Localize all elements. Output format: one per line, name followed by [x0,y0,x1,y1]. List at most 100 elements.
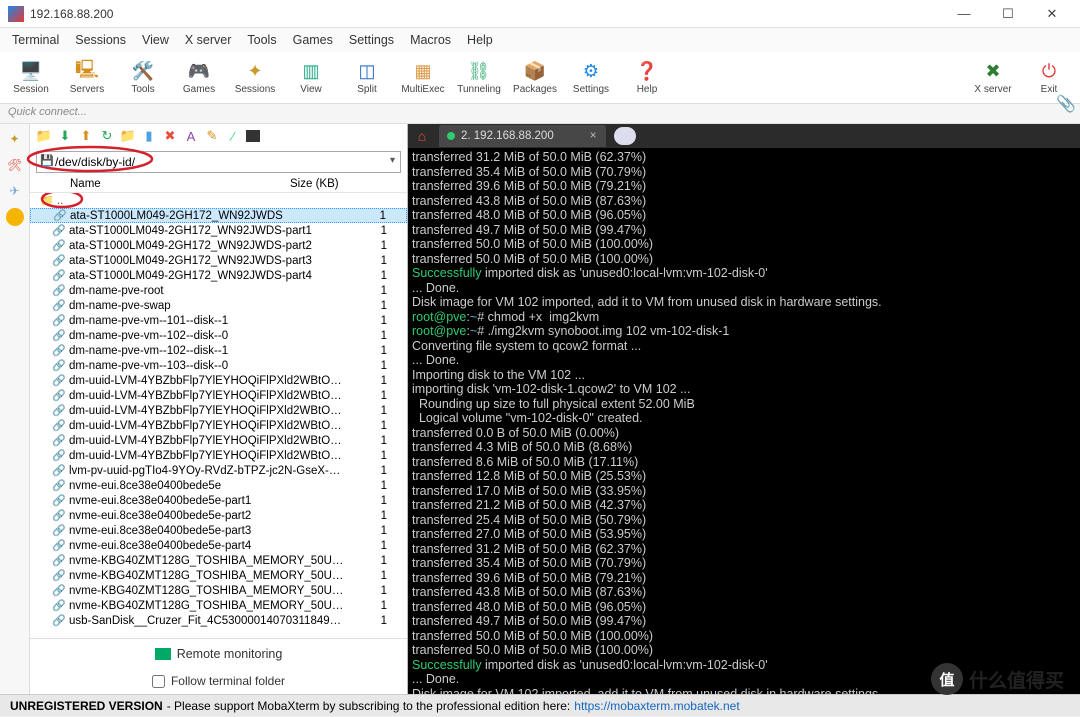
file-row[interactable]: 🔗nvme-KBG40ZMT128G_TOSHIBA_MEMORY_50UPC3… [30,583,407,598]
toolbar-exit[interactable]: ⏻Exit [1026,61,1072,95]
file-row[interactable]: 🔗usb-SanDisk__Cruzer_Fit_4C5300001407031… [30,613,407,628]
tools-icon[interactable]: 🛠 [6,156,24,174]
menu-macros[interactable]: Macros [410,33,451,47]
folder-up-icon[interactable]: 📁 [36,128,52,144]
tab-close-icon[interactable]: × [590,130,597,142]
file-icon: 🔗 [52,284,66,297]
file-list[interactable]: 📁.. 🔗ata-ST1000LM049-2GH172_WN92JWDS1🔗at… [30,193,407,635]
file-row[interactable]: 🔗dm-uuid-LVM-4YBZbbFlp7YlEYHOQiFlPXld2WB… [30,418,407,433]
file-row[interactable]: 🔗nvme-eui.8ce38e0400bede5e-part11 [30,493,407,508]
file-row[interactable]: 🔗nvme-KBG40ZMT128G_TOSHIBA_MEMORY_50UPC3… [30,568,407,583]
maximize-button[interactable]: ☐ [988,2,1028,26]
terminal-icon[interactable]: ▮ [246,130,260,142]
up-dir[interactable]: 📁.. [30,193,407,208]
file-row[interactable]: 🔗dm-uuid-LVM-4YBZbbFlp7YlEYHOQiFlPXld2WB… [30,373,407,388]
new-tab-button[interactable] [614,127,636,145]
toolbar-settings[interactable]: ⚙Settings [568,61,614,95]
toolbar-session[interactable]: 🖥️Session [8,61,54,95]
menu-help[interactable]: Help [467,33,493,47]
upload-icon[interactable]: ⬆ [78,128,94,144]
file-row[interactable]: 🔗ata-ST1000LM049-2GH172_WN92JWDS-part11 [30,223,407,238]
toolbar-x server[interactable]: ✖X server [970,61,1016,95]
paperclip-icon[interactable]: 📎 [1056,94,1076,114]
file-row[interactable]: 🔗dm-name-pve-vm--102--disk--01 [30,328,407,343]
file-row[interactable]: 🔗lvm-pv-uuid-pgTIo4-9YOy-RVdZ-bTPZ-jc2N-… [30,463,407,478]
toolbar-help[interactable]: ❓Help [624,61,670,95]
file-row[interactable]: 🔗dm-name-pve-vm--102--disk--11 [30,343,407,358]
chevron-down-icon[interactable]: ▾ [390,155,395,166]
follow-terminal-checkbox[interactable] [152,675,165,688]
path-input[interactable] [36,151,401,173]
download-icon[interactable]: ⬇ [57,128,73,144]
multiexec-icon: ▦ [412,61,434,83]
menu-sessions[interactable]: Sessions [75,33,126,47]
file-size: 1 [347,435,407,447]
file-list-header[interactable]: Name Size (KB) [30,176,407,193]
file-name: nvme-eui.8ce38e0400bede5e-part2 [69,510,347,522]
wand-icon[interactable]: ⁄ [225,128,241,144]
file-row[interactable]: 🔗ata-ST1000LM049-2GH172_WN92JWDS-part21 [30,238,407,253]
menu-x-server[interactable]: X server [185,33,232,47]
menu-view[interactable]: View [142,33,169,47]
settings-icon: ⚙ [580,61,602,83]
toolbar-sessions[interactable]: ✦Sessions [232,61,278,95]
file-row[interactable]: 🔗nvme-eui.8ce38e0400bede5e-part31 [30,523,407,538]
status-link[interactable]: https://mobaxterm.mobatek.net [574,699,739,713]
toolbar-view[interactable]: ▥View [288,61,334,95]
file-size: 1 [347,285,407,297]
follow-terminal-bar[interactable]: Follow terminal folder [30,668,407,694]
newfolder-icon[interactable]: 📁 [120,128,136,144]
file-row[interactable]: 🔗dm-name-pve-vm--101--disk--11 [30,313,407,328]
terminal-body[interactable]: transferred 31.2 MiB of 50.0 MiB (62.37%… [408,148,1080,694]
file-row[interactable]: 🔗dm-uuid-LVM-4YBZbbFlp7YlEYHOQiFlPXld2WB… [30,403,407,418]
close-button[interactable]: ✕ [1032,2,1072,26]
file-row[interactable]: 🔗dm-name-pve-root1 [30,283,407,298]
col-size[interactable]: Size (KB) [290,178,380,190]
file-row[interactable]: 🔗nvme-eui.8ce38e0400bede5e-part41 [30,538,407,553]
home-tab[interactable]: ⌂ [408,128,436,144]
toolbar-multiexec[interactable]: ▦MultiExec [400,61,446,95]
toolbar-servers[interactable]: 🖳Servers [64,61,110,95]
file-size: 1 [347,615,407,627]
refresh-icon[interactable]: ↻ [99,128,115,144]
toolbar-games[interactable]: 🎮Games [176,61,222,95]
menu-settings[interactable]: Settings [349,33,394,47]
file-row[interactable]: 🔗dm-name-pve-swap1 [30,298,407,313]
file-name: dm-name-pve-vm--102--disk--0 [69,330,347,342]
file-row[interactable]: 🔗ata-ST1000LM049-2GH172_WN92JWDS1 [30,208,407,223]
col-name[interactable]: Name [30,178,290,190]
quick-connect-bar[interactable]: Quick connect... [0,104,1080,124]
file-row[interactable]: 🔗dm-name-pve-vm--103--disk--01 [30,358,407,373]
toolbar-tools[interactable]: 🛠️Tools [120,61,166,95]
bookmark-icon[interactable]: A [183,128,199,144]
terminal-pane[interactable]: ⌂ 2. 192.168.88.200 × transferred 31.2 M… [408,124,1080,694]
file-row[interactable]: 🔗ata-ST1000LM049-2GH172_WN92JWDS-part31 [30,253,407,268]
remote-monitoring-bar[interactable]: Remote monitoring [30,638,407,668]
menu-games[interactable]: Games [293,33,333,47]
file-row[interactable]: 🔗nvme-eui.8ce38e0400bede5e1 [30,478,407,493]
file-row[interactable]: 🔗ata-ST1000LM049-2GH172_WN92JWDS-part41 [30,268,407,283]
file-row[interactable]: 🔗nvme-KBG40ZMT128G_TOSHIBA_MEMORY_50UPC3… [30,553,407,568]
file-row[interactable]: 🔗dm-uuid-LVM-4YBZbbFlp7YlEYHOQiFlPXld2WB… [30,388,407,403]
paperplane-icon[interactable]: ✈ [6,182,24,200]
file-name: dm-uuid-LVM-4YBZbbFlp7YlEYHOQiFlPXld2WBt… [69,435,347,447]
menu-terminal[interactable]: Terminal [12,33,59,47]
minimize-button[interactable]: — [944,2,984,26]
toolbar-split[interactable]: ◫Split [344,61,390,95]
edit-icon[interactable]: ✎ [204,128,220,144]
delete-icon[interactable]: ✖ [162,128,178,144]
file-size: 1 [347,270,407,282]
file-icon: 🔗 [52,584,66,597]
file-row[interactable]: 🔗dm-uuid-LVM-4YBZbbFlp7YlEYHOQiFlPXld2WB… [30,448,407,463]
newfile-icon[interactable]: ▮ [141,128,157,144]
toolbar-tunneling[interactable]: ⛓Tunneling [456,61,502,95]
session-tab[interactable]: 2. 192.168.88.200 × [439,125,606,147]
file-row[interactable]: 🔗nvme-eui.8ce38e0400bede5e-part21 [30,508,407,523]
macros-icon[interactable]: ✦ [6,130,24,148]
toolbar-packages[interactable]: 📦Packages [512,61,558,95]
circle-icon[interactable] [6,208,24,226]
file-row[interactable]: 🔗nvme-KBG40ZMT128G_TOSHIBA_MEMORY_50UPC3… [30,598,407,613]
file-name: usb-SanDisk__Cruzer_Fit_4C53000014070311… [69,615,347,627]
file-row[interactable]: 🔗dm-uuid-LVM-4YBZbbFlp7YlEYHOQiFlPXld2WB… [30,433,407,448]
menu-tools[interactable]: Tools [247,33,276,47]
